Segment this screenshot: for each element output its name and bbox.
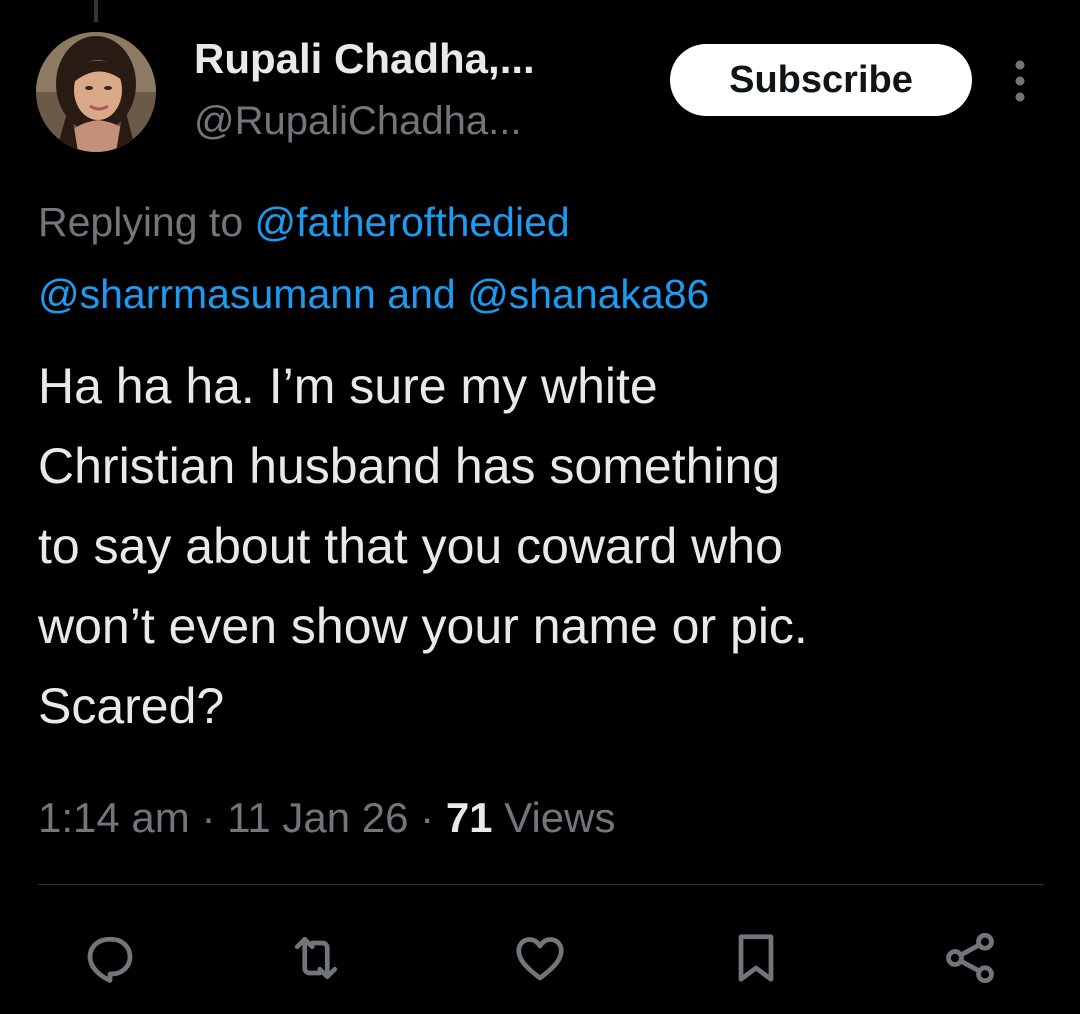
thread-connector-line (94, 0, 98, 22)
author-name[interactable]: Rupali Chadha,... (194, 32, 535, 86)
tweet-text-line: to say about that you coward who (38, 518, 783, 574)
tweet-text-line: Scared? (38, 678, 225, 734)
author-handle[interactable]: @RupaliChadha... (194, 94, 521, 148)
tweet-date[interactable]: 11 Jan 26 (227, 794, 408, 841)
avatar[interactable] (36, 32, 156, 152)
views-count[interactable]: 71 (446, 794, 493, 841)
tweet-text-line: won’t even show your name or pic. (38, 598, 808, 654)
share-button[interactable] (940, 928, 1000, 988)
tweet-time[interactable]: 1:14 am (38, 794, 190, 841)
views-label[interactable]: Views (504, 794, 615, 841)
subscribe-button[interactable]: Subscribe (670, 44, 972, 116)
mention-joiner: and (387, 271, 456, 317)
bookmark-button[interactable] (726, 928, 786, 988)
tweet-text-line: Christian husband has something (38, 438, 781, 494)
tweet-text: Ha ha ha. I’m sure my white Christian hu… (38, 346, 1058, 746)
avatar-photo (36, 32, 156, 152)
replying-to-context: Replying to @fatherofthedied @sharrmasum… (38, 186, 1048, 330)
mention-link[interactable]: @fatherofthedied (255, 199, 570, 245)
reply-button[interactable] (80, 928, 140, 988)
meta-separator: · (201, 794, 216, 841)
share-icon (946, 932, 994, 984)
divider (38, 884, 1044, 885)
meta-separator: · (420, 794, 435, 841)
mention-link[interactable]: @shanaka86 (467, 271, 709, 317)
like-icon (516, 937, 564, 981)
mention-link[interactable]: @sharrmasumann (38, 271, 376, 317)
like-button[interactable] (510, 928, 570, 988)
retweet-button[interactable] (286, 928, 346, 988)
tweet-metadata: 1:14 am · 11 Jan 26 · 71 Views (38, 790, 616, 846)
reply-icon (87, 936, 133, 983)
bookmark-icon (738, 934, 774, 982)
tweet-text-line: Ha ha ha. I’m sure my white (38, 358, 658, 414)
more-vertical-icon[interactable] (1004, 58, 1036, 104)
replying-to-label: Replying to (38, 199, 244, 245)
retweet-icon (294, 936, 338, 980)
